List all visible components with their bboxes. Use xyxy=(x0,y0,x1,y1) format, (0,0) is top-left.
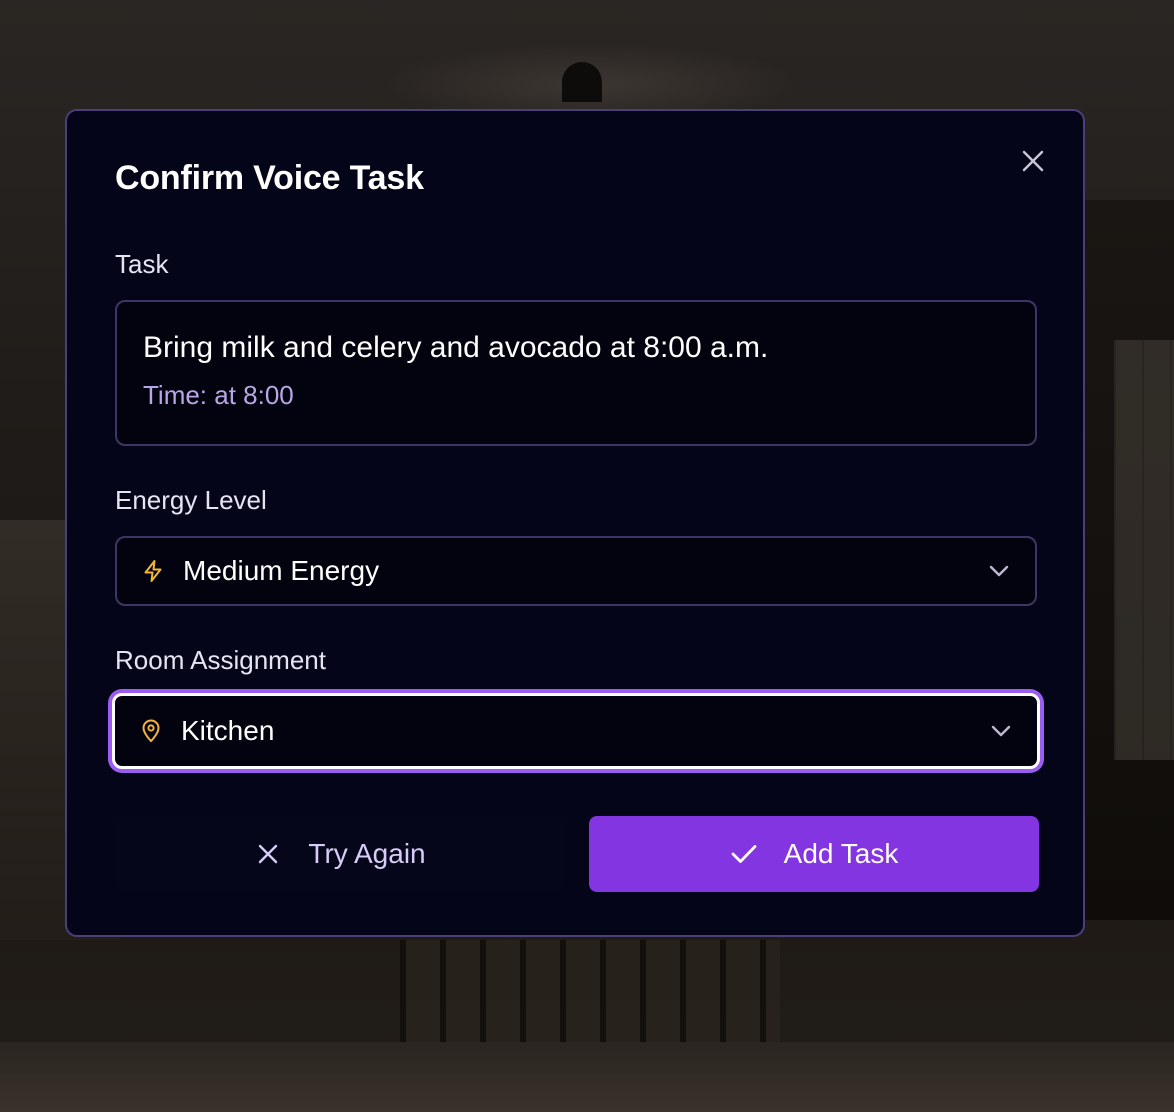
chevron-down-icon xyxy=(989,719,1013,743)
task-preview-box: Bring milk and celery and avocado at 8:0… xyxy=(115,300,1037,446)
check-icon xyxy=(730,840,758,868)
add-task-label: Add Task xyxy=(783,838,899,869)
background-floor xyxy=(0,1042,1174,1112)
background-lamp xyxy=(562,62,602,102)
energy-level-value: Medium Energy xyxy=(183,555,380,586)
close-button[interactable] xyxy=(1017,145,1049,177)
lightning-icon xyxy=(141,559,165,583)
dialog-title: Confirm Voice Task xyxy=(115,159,424,197)
energy-level-select[interactable]: Medium Energy xyxy=(115,536,1037,606)
map-pin-icon xyxy=(139,719,163,743)
room-assignment-label: Room Assignment xyxy=(115,645,326,675)
task-time: Time: at 8:00 xyxy=(143,380,294,410)
try-again-button[interactable]: Try Again xyxy=(115,816,565,892)
room-assignment-select[interactable]: Kitchen xyxy=(112,693,1040,769)
background-window xyxy=(1114,340,1174,760)
confirm-task-dialog: Confirm Voice Task Task Bring milk and c… xyxy=(65,109,1085,937)
task-text: Bring milk and celery and avocado at 8:0… xyxy=(143,331,769,364)
task-label: Task xyxy=(115,249,169,279)
close-icon xyxy=(1022,150,1044,172)
energy-level-label: Energy Level xyxy=(115,485,267,515)
room-assignment-value: Kitchen xyxy=(181,715,275,746)
add-task-button[interactable]: Add Task xyxy=(589,816,1039,892)
chevron-down-icon xyxy=(987,559,1011,583)
x-icon xyxy=(254,840,282,868)
try-again-label: Try Again xyxy=(308,838,426,869)
